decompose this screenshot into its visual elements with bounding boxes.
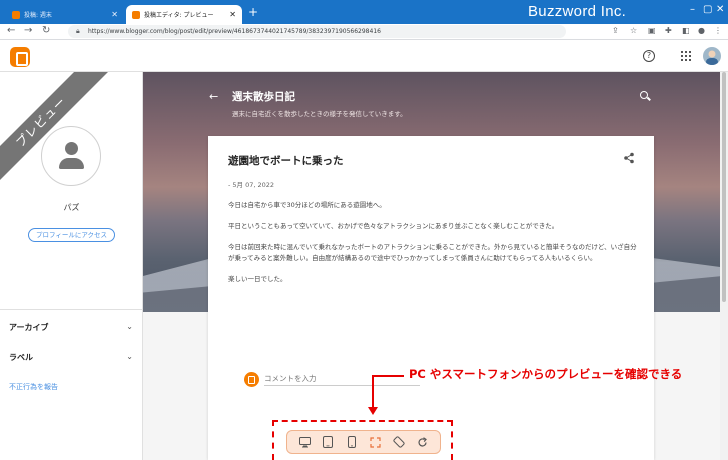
chevron-down-icon: ⌄ bbox=[126, 322, 133, 331]
bookmark-star-icon[interactable]: ☆ bbox=[630, 26, 637, 35]
share-page-icon[interactable]: ⇪ bbox=[612, 26, 619, 35]
help-icon[interactable]: ? bbox=[643, 50, 655, 62]
post-paragraph: 楽しい一日でした。 bbox=[228, 275, 287, 283]
chevron-down-icon: ⌄ bbox=[126, 352, 133, 361]
post-date: - 5月 07, 2022 bbox=[228, 181, 275, 189]
device-preview-toolbar bbox=[286, 430, 441, 454]
desktop-icon[interactable] bbox=[298, 435, 312, 449]
url-text: https://www.blogger.com/blog/post/edit/p… bbox=[88, 28, 381, 35]
new-tab-button[interactable]: + bbox=[248, 6, 258, 18]
phone-icon[interactable] bbox=[345, 435, 359, 449]
divider bbox=[0, 309, 142, 310]
lock-icon: 🔒︎ bbox=[76, 27, 80, 35]
blogger-favicon-icon bbox=[132, 10, 140, 19]
apps-grid-icon[interactable] bbox=[681, 51, 691, 61]
profile-icon[interactable]: ● bbox=[698, 26, 705, 35]
tab-post-list[interactable]: 投稿: 週末 ✕ bbox=[6, 5, 124, 24]
report-abuse-link[interactable]: 不正行為を報告 bbox=[9, 382, 58, 392]
fullscreen-icon[interactable] bbox=[368, 435, 382, 449]
maximize-icon[interactable]: ▢ bbox=[703, 4, 712, 15]
post-paragraph: 平日ということもあって空いていて、おかげで色々なアトラクションにあまり並ぶことな… bbox=[228, 222, 559, 230]
back-icon[interactable]: ← bbox=[7, 25, 15, 36]
blogger-avatar-icon bbox=[244, 372, 259, 387]
visit-profile-button[interactable]: プロフィールにアクセス bbox=[28, 228, 115, 242]
back-arrow-icon[interactable]: ← bbox=[209, 90, 218, 103]
post-body: 今日は自宅から車で30分ほどの場所にある遊園地へ。 平日ということもあって空いて… bbox=[228, 200, 638, 295]
tab-close-icon[interactable]: ✕ bbox=[229, 10, 236, 19]
tab-title: 投稿: 週末 bbox=[24, 12, 52, 19]
menu-kebab-icon[interactable]: ⋮ bbox=[714, 26, 722, 35]
close-window-icon[interactable]: ✕ bbox=[716, 4, 724, 15]
profile-avatar bbox=[41, 126, 101, 186]
annotation-text: PC やスマートフォンからのプレビューを確認できる bbox=[409, 367, 683, 381]
blogger-favicon-icon bbox=[12, 10, 20, 19]
blogger-header: ? bbox=[0, 41, 728, 72]
puzzle-icon[interactable]: ✚ bbox=[665, 26, 672, 35]
scrollbar-thumb[interactable] bbox=[722, 72, 726, 302]
annotation-arrow-icon bbox=[368, 407, 378, 415]
sidebar-item-labels[interactable]: ラベル ⌄ bbox=[9, 352, 135, 363]
sidebar-item-label: ラベル bbox=[9, 353, 33, 362]
refresh-icon[interactable] bbox=[415, 435, 429, 449]
extension-icon[interactable]: ▣ bbox=[648, 26, 656, 35]
brand-watermark: Buzzword Inc. bbox=[528, 3, 627, 20]
browser-titlebar: 投稿: 週末 ✕ 投稿エディタ: プレビュー ✕ + Buzzword Inc.… bbox=[0, 0, 728, 24]
share-icon[interactable] bbox=[623, 152, 635, 164]
avatar[interactable] bbox=[703, 47, 721, 65]
forward-icon[interactable]: → bbox=[24, 25, 32, 36]
person-icon bbox=[65, 142, 78, 155]
url-field[interactable]: 🔒︎ https://www.blogger.com/blog/post/edi… bbox=[68, 25, 566, 38]
minimize-icon[interactable]: – bbox=[690, 4, 695, 15]
address-bar: ← → ↻ 🔒︎ https://www.blogger.com/blog/po… bbox=[0, 24, 728, 40]
post-paragraph: 今日は前回来た時に混んでいて乗れなかったボートのアトラクションに乗ることができた… bbox=[228, 243, 637, 262]
post-title: 遊園地でボートに乗った bbox=[228, 155, 344, 167]
blog-description: 週末に自宅近くを散歩したときの様子を発信していきます。 bbox=[232, 110, 407, 118]
search-icon[interactable] bbox=[640, 91, 648, 99]
annotation-line bbox=[372, 375, 404, 377]
post-card: 遊園地でボートに乗った - 5月 07, 2022 今日は自宅から車で30分ほど… bbox=[208, 136, 654, 460]
profile-name: パズ bbox=[63, 203, 80, 212]
profile-sidebar: プレビュー パズ プロフィールにアクセス アーカイブ ⌄ ラベル ⌄ 不正行為を… bbox=[0, 72, 143, 460]
scrollbar[interactable] bbox=[720, 72, 728, 460]
preview-area: ← 週末散歩日記 週末に自宅近くを散歩したときの様子を発信していきます。 遊園地… bbox=[143, 72, 720, 460]
sidebar-item-archive[interactable]: アーカイブ ⌄ bbox=[9, 322, 135, 333]
sidepanel-icon[interactable]: ◧ bbox=[682, 26, 690, 35]
post-paragraph: 今日は自宅から車で30分ほどの場所にある遊園地へ。 bbox=[228, 201, 386, 209]
reload-icon[interactable]: ↻ bbox=[42, 25, 50, 36]
tablet-icon[interactable] bbox=[321, 435, 335, 449]
tab-preview[interactable]: 投稿エディタ: プレビュー ✕ bbox=[126, 5, 242, 24]
tab-title: 投稿エディタ: プレビュー bbox=[144, 12, 214, 19]
blog-title[interactable]: 週末散歩日記 bbox=[232, 89, 295, 104]
sidebar-item-label: アーカイブ bbox=[9, 323, 49, 332]
tab-close-icon[interactable]: ✕ bbox=[111, 10, 118, 19]
rotate-icon[interactable] bbox=[392, 435, 406, 449]
blogger-logo-icon[interactable] bbox=[10, 47, 30, 67]
annotation-line bbox=[372, 375, 374, 409]
